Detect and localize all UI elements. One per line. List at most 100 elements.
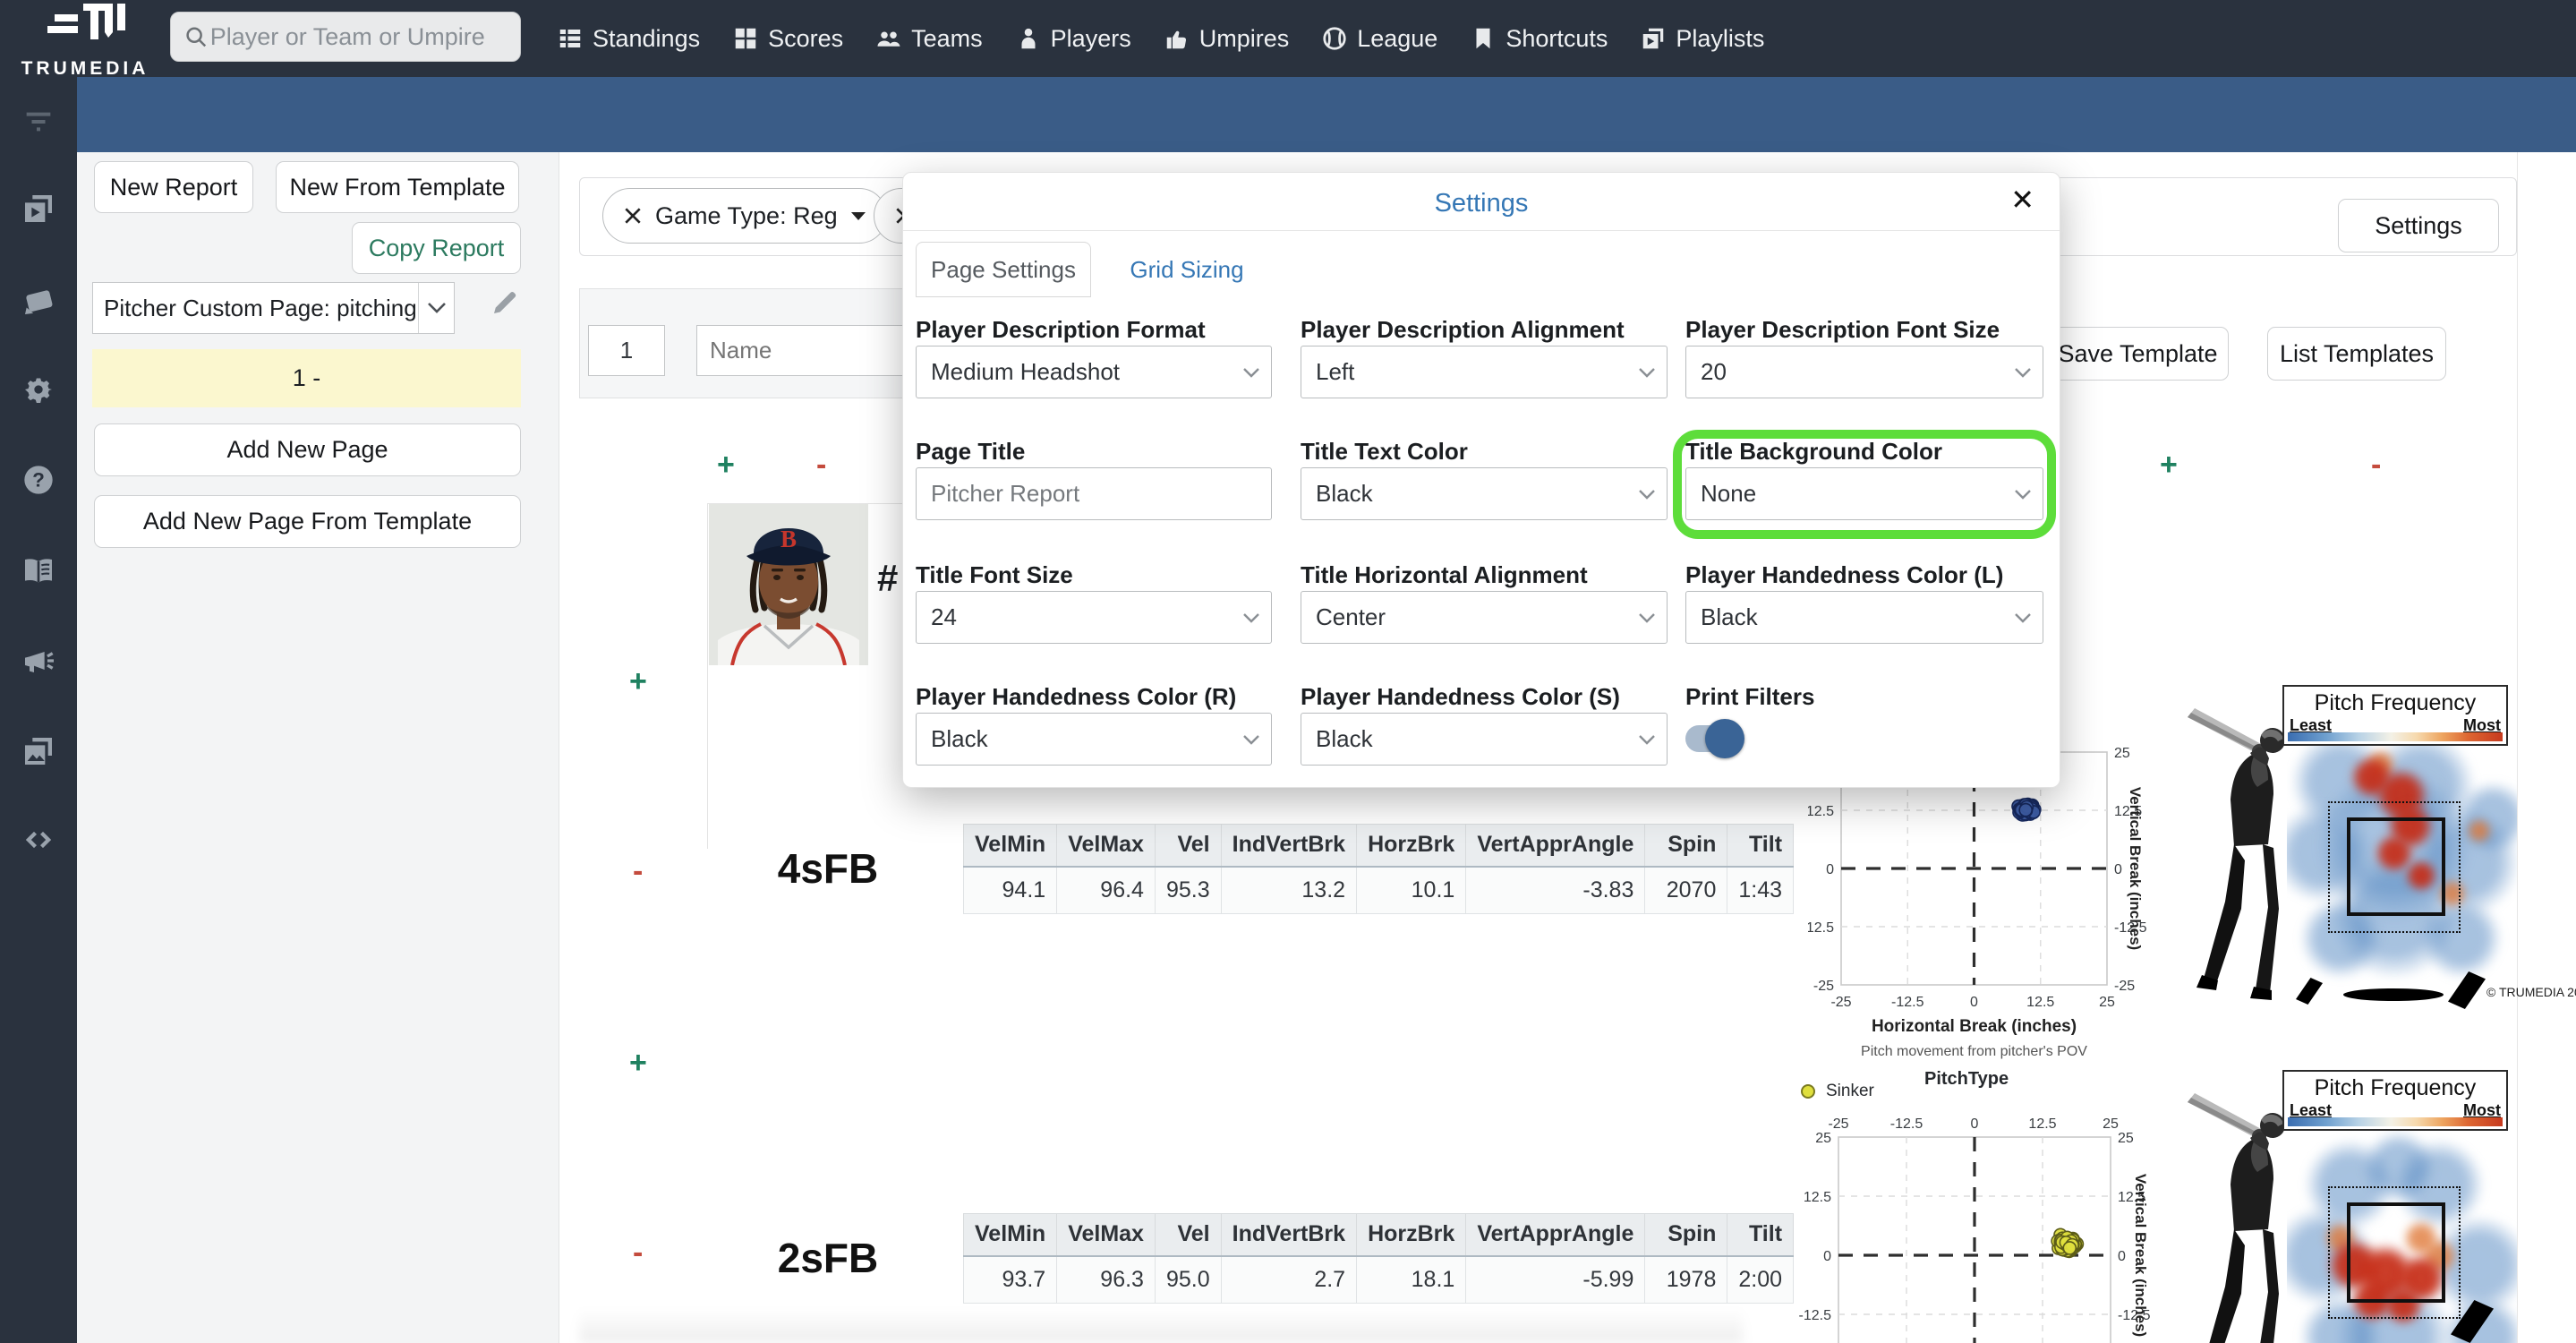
- shortcuts-icon: [1476, 28, 1490, 49]
- field-select[interactable]: Medium Headshot: [916, 346, 1272, 398]
- svg-text:-12.5: -12.5: [1808, 920, 1834, 936]
- scroll-shadow: [579, 1309, 1743, 1343]
- chevron-down-icon: [1232, 367, 1271, 378]
- nav-item-label: Teams: [911, 24, 983, 52]
- code-icon: [25, 831, 52, 849]
- field-label: Player Handedness Color (S): [1301, 683, 1620, 710]
- pitch-table-cell: 18.1: [1356, 1255, 1467, 1304]
- page-list-item-1[interactable]: 1 -: [92, 349, 521, 407]
- field-select-value: Black: [931, 725, 988, 752]
- field-select[interactable]: Center: [1301, 591, 1668, 644]
- rail-code-icon[interactable]: [21, 822, 56, 858]
- field-label: Title Horizontal Alignment: [1301, 561, 1588, 588]
- edit-pencil-icon[interactable]: [490, 288, 519, 321]
- page-number-input[interactable]: [588, 325, 665, 376]
- new-report-button[interactable]: New Report: [94, 161, 253, 213]
- tab-page-settings[interactable]: Page Settings: [916, 242, 1091, 297]
- tab-grid-sizing[interactable]: Grid Sizing: [1120, 242, 1254, 297]
- field-text-input[interactable]: Pitcher Report: [916, 467, 1272, 520]
- field-select[interactable]: 20: [1685, 346, 2043, 398]
- trumedia-logo[interactable]: TRUMEDIA: [9, 2, 161, 79]
- add-column-button[interactable]: +: [2160, 449, 2178, 480]
- field-select-value: Left: [1316, 358, 1355, 385]
- save-template-button[interactable]: Save Template: [2047, 327, 2229, 381]
- strike-zone-extended: [2328, 1186, 2461, 1319]
- report-select[interactable]: Pitcher Custom Page: pitching -...: [92, 282, 455, 334]
- modal-divider: [903, 230, 2060, 231]
- rail-book-icon[interactable]: [21, 552, 56, 588]
- close-icon[interactable]: ✕: [2010, 185, 2034, 214]
- nav-item-playlists[interactable]: Playlists: [1640, 25, 1764, 53]
- chevron-down-icon: [1232, 612, 1271, 623]
- rail-filter-icon[interactable]: [21, 102, 56, 138]
- field-select-value: 24: [931, 603, 957, 630]
- field-select-value: 20: [1701, 358, 1727, 385]
- pitch-table-header: Spin: [1644, 824, 1728, 868]
- remove-column-button[interactable]: -: [2371, 449, 2381, 480]
- search-input[interactable]: [208, 21, 508, 52]
- nav-item-players[interactable]: Players: [1015, 25, 1131, 53]
- remove-row-button[interactable]: -: [633, 856, 643, 886]
- svg-text:0: 0: [2114, 862, 2122, 877]
- rail-video-playlist-icon[interactable]: [21, 191, 56, 227]
- close-icon[interactable]: [623, 206, 643, 226]
- settings-field-player-handedness-color-s-: Player Handedness Color (S) Black: [1301, 683, 1668, 766]
- player-headshot: B: [709, 504, 868, 665]
- pitch-table-header: Vel: [1154, 824, 1222, 868]
- chevron-down-icon: [2003, 489, 2043, 500]
- chevron-down-icon: [1627, 489, 1667, 500]
- rail-help-icon[interactable]: ?: [21, 462, 56, 498]
- add-new-page-from-template-button[interactable]: Add New Page From Template: [94, 495, 521, 548]
- nav-item-standings[interactable]: Standings: [557, 25, 700, 53]
- nav-item-league[interactable]: League: [1321, 25, 1437, 53]
- rail-whiteboard-icon[interactable]: [21, 283, 56, 319]
- nav-item-shortcuts[interactable]: Shortcuts: [1470, 25, 1608, 53]
- nav-item-label: League: [1357, 24, 1438, 52]
- rail-gallery-icon[interactable]: [21, 733, 56, 769]
- pitch-table-header: VelMax: [1056, 824, 1156, 868]
- chevron-down-icon: [1627, 734, 1667, 745]
- field-select[interactable]: 24: [916, 591, 1272, 644]
- heatmap-title: Pitch Frequency: [2314, 690, 2477, 715]
- settings-field-title-horizontal-alignment: Title Horizontal Alignment Center: [1301, 561, 1668, 644]
- brand-text: TRUMEDIA: [21, 58, 149, 79]
- field-label: Player Description Alignment: [1301, 316, 1625, 343]
- rail-megaphone-icon[interactable]: [21, 643, 56, 679]
- new-from-template-button[interactable]: New From Template: [276, 161, 519, 213]
- add-row-button[interactable]: +: [629, 666, 647, 697]
- field-select[interactable]: Black: [1301, 467, 1668, 520]
- field-label: Player Handedness Color (L): [1685, 561, 2004, 588]
- nav-item-scores[interactable]: Scores: [732, 25, 843, 53]
- pitch-table-cell: 1:43: [1727, 866, 1795, 914]
- field-label: Player Description Format: [916, 316, 1206, 343]
- settings-field-page-title: Page Title Pitcher Report: [916, 438, 1272, 520]
- nav-item-umpires[interactable]: Umpires: [1164, 25, 1289, 53]
- add-column-button[interactable]: +: [717, 449, 735, 480]
- copy-report-button[interactable]: Copy Report: [352, 222, 521, 274]
- pitch-type-label: 4sFB: [777, 845, 879, 892]
- remove-row-button[interactable]: -: [633, 1237, 643, 1268]
- svg-text:25: 25: [2118, 1131, 2134, 1146]
- filter-chip-game-type[interactable]: Game Type: Reg: [602, 188, 887, 244]
- field-select[interactable]: None: [1685, 467, 2043, 520]
- toggle-knob: [1705, 719, 1744, 758]
- global-search[interactable]: [170, 12, 521, 62]
- settings-button[interactable]: Settings: [2338, 199, 2499, 252]
- list-templates-button[interactable]: List Templates: [2267, 327, 2446, 381]
- legend-gradient-bar: [2288, 1117, 2503, 1126]
- field-select-value: Black: [1316, 725, 1373, 752]
- remove-column-button[interactable]: -: [816, 449, 826, 480]
- rail-gear-icon[interactable]: [21, 372, 56, 407]
- svg-text:Horizontal Break (inches): Horizontal Break (inches): [1872, 1017, 2077, 1036]
- pitch-table-cell: 95.3: [1154, 866, 1222, 914]
- page-banner: [77, 77, 2576, 152]
- field-select[interactable]: Black: [1301, 713, 1668, 766]
- add-row-button[interactable]: +: [629, 1048, 647, 1078]
- nav-item-teams[interactable]: Teams: [875, 25, 983, 53]
- teams-icon: [877, 31, 900, 47]
- field-select[interactable]: Black: [916, 713, 1272, 766]
- print-filters-toggle[interactable]: [1685, 719, 1744, 758]
- add-new-page-button[interactable]: Add New Page: [94, 423, 521, 476]
- field-select[interactable]: Left: [1301, 346, 1668, 398]
- field-select[interactable]: Black: [1685, 591, 2043, 644]
